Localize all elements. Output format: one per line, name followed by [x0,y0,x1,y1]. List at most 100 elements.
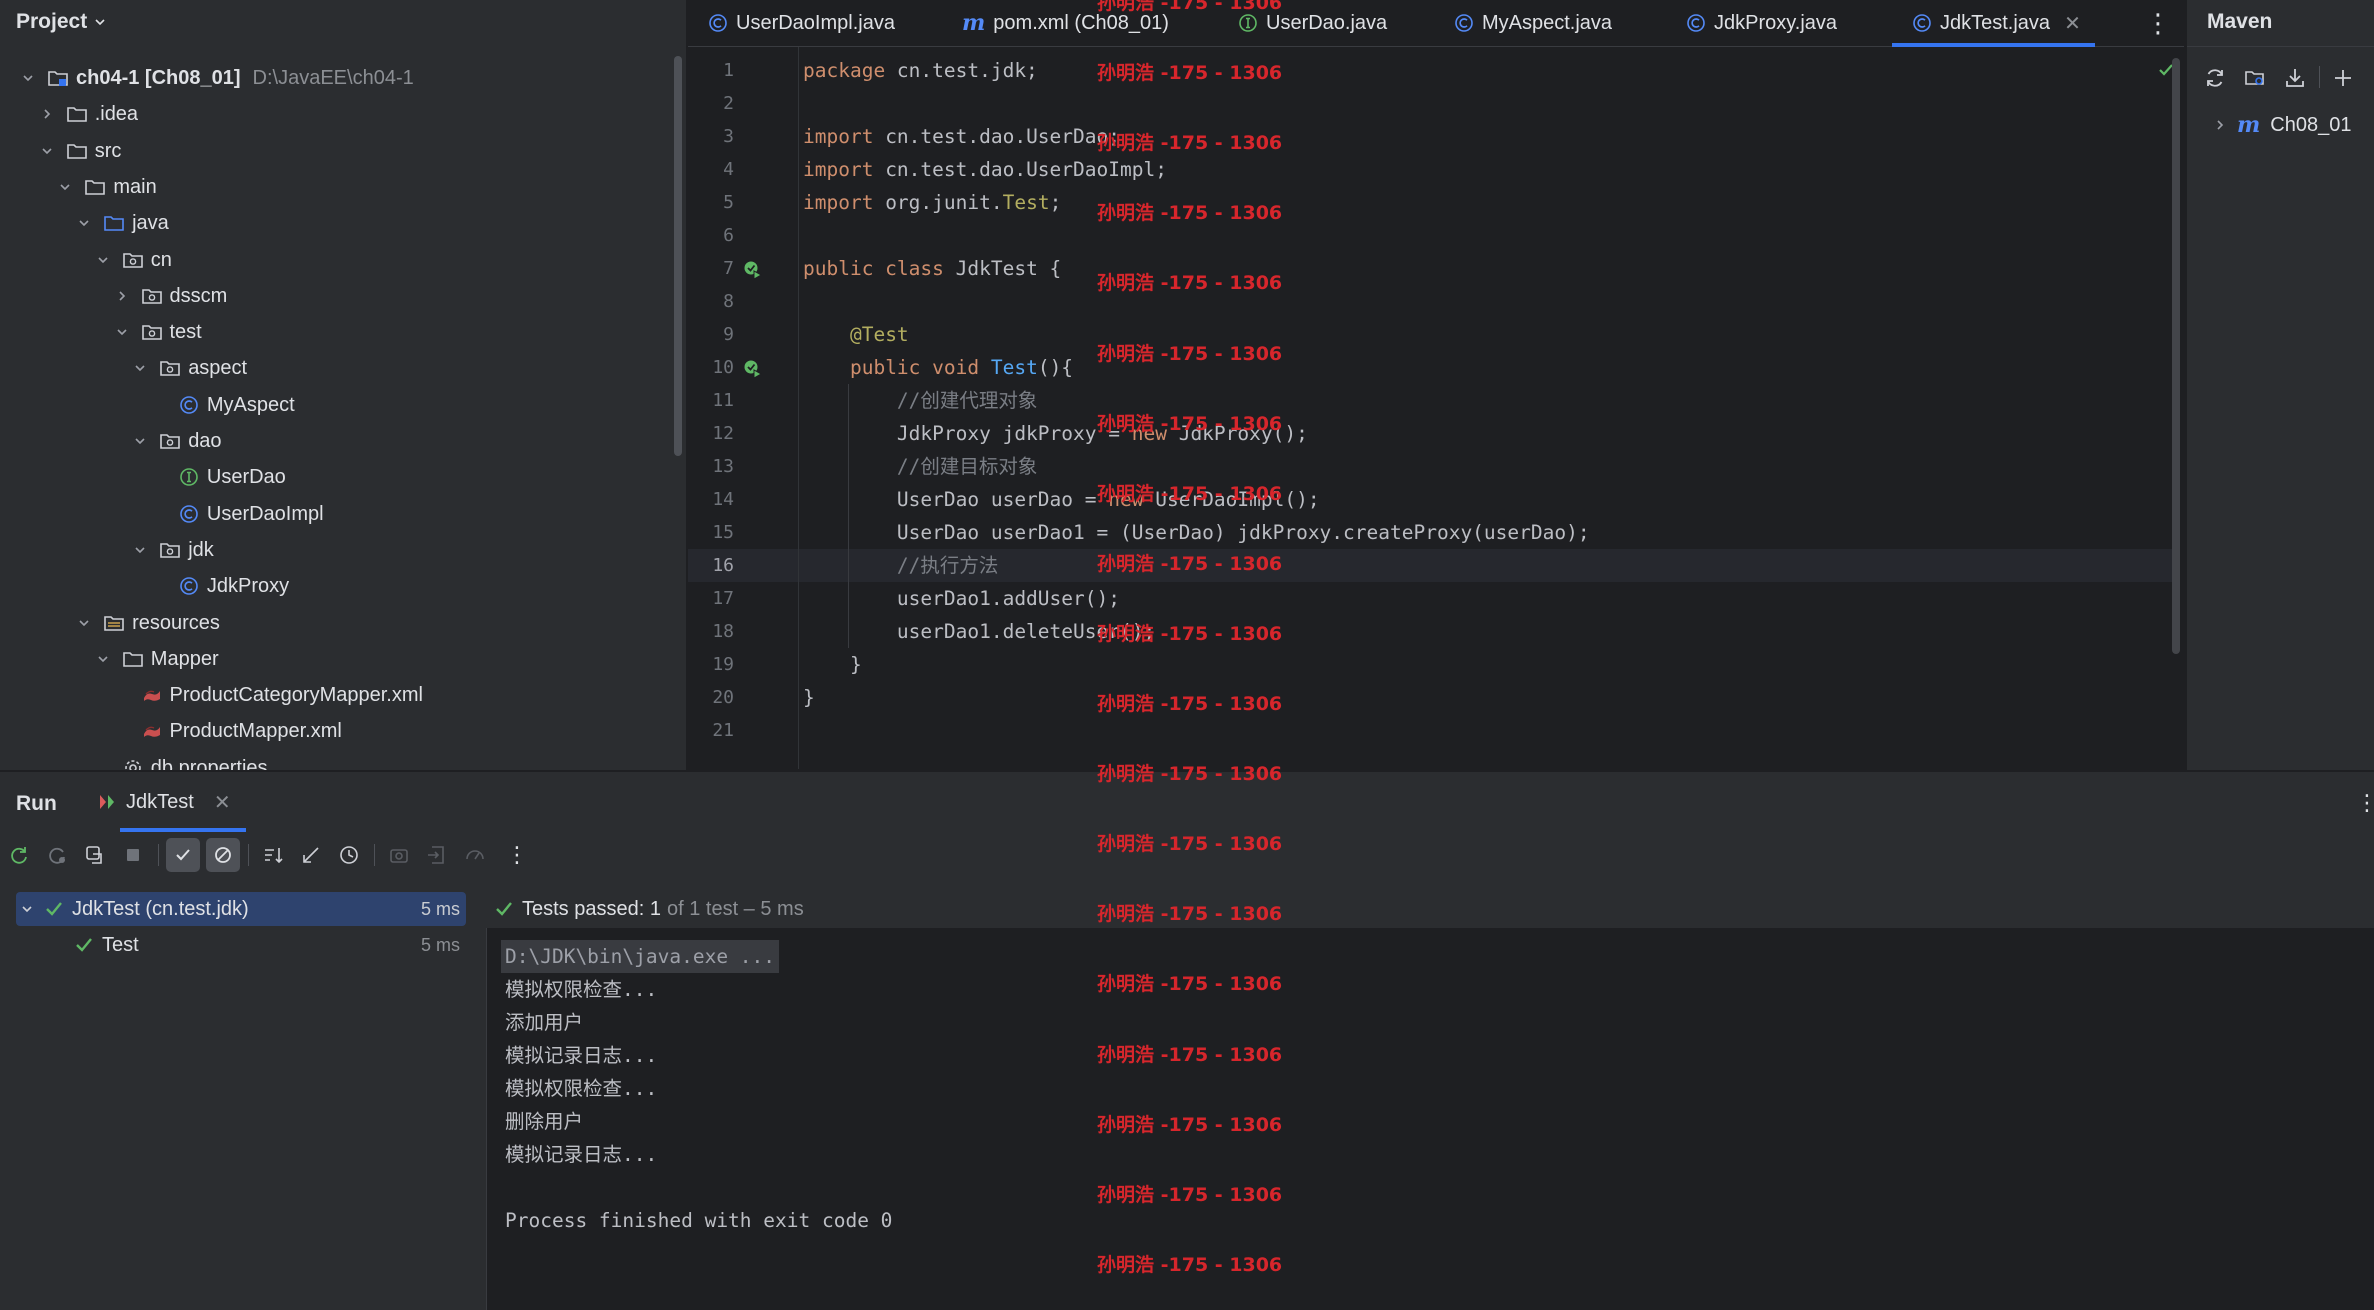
line-number[interactable]: 1 [688,54,734,87]
tree-item-cn[interactable]: cn [93,242,172,278]
maven-project-node[interactable]: m Ch08_01 [2213,112,2351,138]
folder-search-icon[interactable] [2241,64,2269,92]
coverage-icon[interactable] [458,838,492,872]
line-number[interactable]: 8 [688,285,734,318]
close-icon[interactable]: ✕ [214,790,231,815]
console-output[interactable]: D:\JDK\bin\java.exe ... 模拟权限检查... 添加用户 模拟记录… [486,890,2374,1310]
screenshot-icon[interactable] [382,838,416,872]
code-line[interactable]: 14 UserDao userDao = new UserDaoImpl(); [688,483,2172,516]
line-number[interactable]: 17 [688,582,734,615]
code-line[interactable]: 10 public void Test(){ [688,351,2172,384]
chevron-down-icon[interactable] [74,613,94,633]
run-test-gutter-icon[interactable] [742,258,764,280]
reload-icon[interactable] [2201,64,2229,92]
tree-item-productcategorymapper-xml[interactable]: ProductCategoryMapper.xml [112,677,423,713]
show-passed-icon[interactable] [166,838,200,872]
tree-item-db-properties[interactable]: db.properties [93,750,268,770]
chevron-right-icon[interactable] [112,286,132,306]
line-number[interactable]: 21 [688,714,734,747]
chevron-down-icon[interactable] [37,141,57,161]
download-icon[interactable] [2281,64,2309,92]
tree-item-jdk[interactable]: jdk [130,532,214,568]
line-number[interactable]: 9 [688,318,734,351]
editor-tab-jdkproxy-java[interactable]: JdkProxy.java [1686,0,1837,46]
tree-item-idea[interactable]: .idea [37,96,138,132]
code-line[interactable]: 6 [688,219,2172,252]
test-case-row[interactable]: Test 5 ms [16,928,466,962]
code-line[interactable]: 16 //执行方法 [688,549,2172,582]
tree-item-userdaoimpl[interactable]: UserDaoImpl [149,496,324,532]
code-line[interactable]: 18 userDao1.deleteUser(); [688,615,2172,648]
more-actions-icon[interactable]: ⋮ [500,838,534,872]
tree-item-resources[interactable]: resources [74,605,220,641]
tree-item-myaspect[interactable]: MyAspect [149,387,295,423]
line-number[interactable]: 15 [688,516,734,549]
tree-item-src[interactable]: src [37,133,121,169]
code-line[interactable]: 4 import cn.test.dao.UserDaoImpl; [688,153,2172,186]
tree-item-userdao[interactable]: UserDao [149,459,286,495]
chevron-down-icon[interactable] [74,213,94,233]
rerun-toggle-icon[interactable] [78,838,112,872]
more-tabs-icon[interactable]: ⋮ [2145,8,2171,38]
show-ignored-icon[interactable] [206,838,240,872]
collapse-all-icon[interactable] [294,838,328,872]
editor-tab-myaspect-java[interactable]: MyAspect.java [1454,0,1612,46]
chevron-down-icon[interactable] [130,540,150,560]
line-number[interactable]: 14 [688,483,734,516]
chevron-down-icon[interactable] [18,68,38,88]
line-number[interactable]: 7 [688,252,734,285]
editor-tab-userdaoimpl-java[interactable]: UserDaoImpl.java [708,0,895,46]
tree-item-dao[interactable]: dao [130,423,222,459]
chevron-right-icon[interactable] [37,104,57,124]
code-line[interactable]: 12 JdkProxy jdkProxy = new JdkProxy(); [688,417,2172,450]
code-line[interactable]: 1 package cn.test.jdk; [688,54,2172,87]
rerun-icon[interactable] [2,838,36,872]
code-line[interactable]: 21 [688,714,2172,747]
line-number[interactable]: 3 [688,120,734,153]
code-line[interactable]: 11 //创建代理对象 [688,384,2172,417]
line-number[interactable]: 10 [688,351,734,384]
more-options-icon[interactable]: ⋮ [2356,790,2374,816]
import-tests-icon[interactable] [420,838,454,872]
chevron-down-icon[interactable] [93,250,113,270]
chevron-down-icon[interactable] [130,358,150,378]
add-icon[interactable] [2329,64,2357,92]
rerun-failed-icon[interactable] [40,838,74,872]
tree-item-dsscm[interactable]: dsscm [112,278,227,314]
tree-item-mapper[interactable]: Mapper [93,641,219,677]
tree-item-java[interactable]: java [74,205,169,241]
code-line[interactable]: 9 @Test [688,318,2172,351]
code-line[interactable]: 5 import org.junit.Test; [688,186,2172,219]
tree-item-test[interactable]: test [112,314,202,350]
code-editor[interactable]: 1 package cn.test.jdk; 2 3 import cn.test.da… [688,47,2184,769]
line-number[interactable]: 13 [688,450,734,483]
code-line[interactable]: 2 [688,87,2172,120]
tree-item-productmapper-xml[interactable]: ProductMapper.xml [112,713,342,749]
line-number[interactable]: 4 [688,153,734,186]
tree-item-ch04-1-ch08-01[interactable]: ch04-1 [Ch08_01] D:\JavaEE\ch04-1 [18,60,414,96]
tree-item-jdkproxy[interactable]: JdkProxy [149,568,289,604]
code-line[interactable]: 8 [688,285,2172,318]
code-line[interactable]: 13 //创建目标对象 [688,450,2172,483]
chevron-down-icon[interactable] [130,431,150,451]
code-line[interactable]: 3 import cn.test.dao.UserDao; [688,120,2172,153]
code-line[interactable]: 19 } [688,648,2172,681]
code-line[interactable]: 15 UserDao userDao1 = (UserDao) jdkProxy… [688,516,2172,549]
history-icon[interactable] [332,838,366,872]
line-number[interactable]: 18 [688,615,734,648]
close-icon[interactable]: ✕ [2064,11,2081,36]
code-line[interactable]: 17 userDao1.addUser(); [688,582,2172,615]
tree-item-main[interactable]: main [55,169,157,205]
line-number[interactable]: 12 [688,417,734,450]
line-number[interactable]: 19 [688,648,734,681]
run-test-gutter-icon[interactable] [742,357,764,379]
chevron-down-icon[interactable] [55,177,75,197]
line-number[interactable]: 5 [688,186,734,219]
project-scrollbar[interactable] [674,56,682,456]
chevron-down-icon[interactable] [112,322,132,342]
code-line[interactable]: 7 public class JdkTest { [688,252,2172,285]
project-view-selector[interactable]: Project [16,10,107,34]
code-line[interactable]: 20} [688,681,2172,714]
line-number[interactable]: 11 [688,384,734,417]
sort-icon[interactable] [256,838,290,872]
